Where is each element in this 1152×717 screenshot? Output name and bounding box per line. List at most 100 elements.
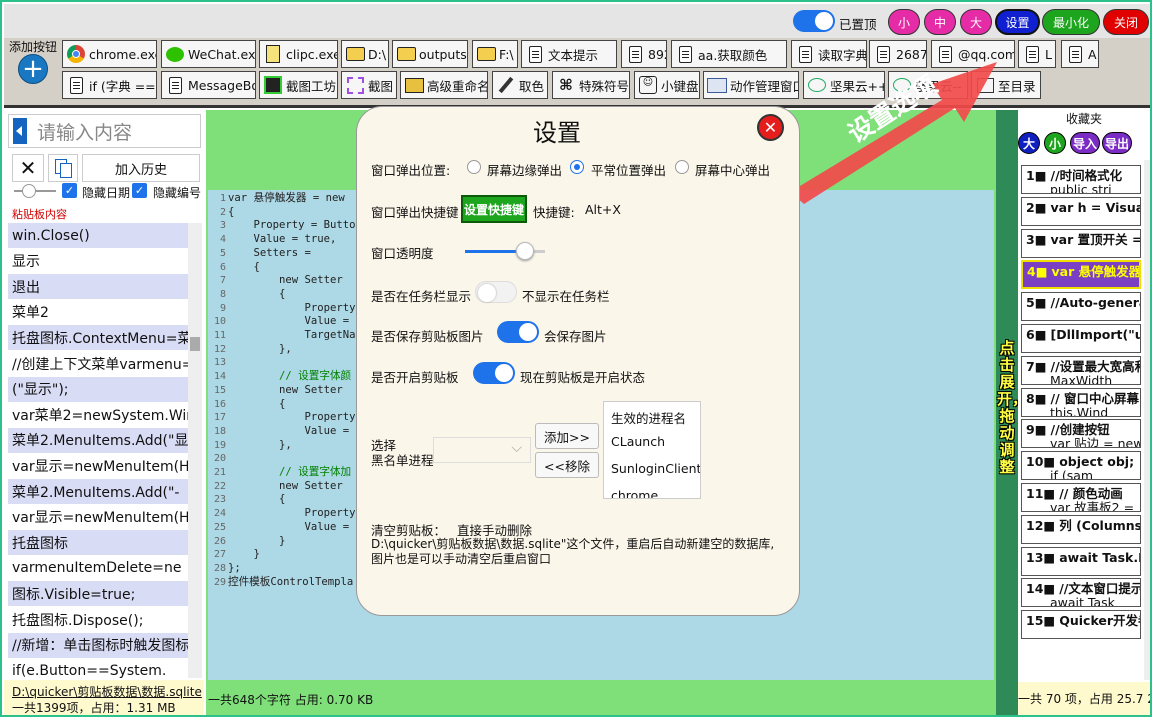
clipboard-item[interactable]: 菜单2: [8, 299, 188, 325]
size-small-button[interactable]: 小: [888, 9, 920, 35]
favorite-item[interactable]: 3■ var 置顶开关 =: [1021, 228, 1141, 258]
save-image-toggle[interactable]: [497, 321, 539, 343]
size-medium-button[interactable]: 中: [924, 9, 956, 35]
clipboard-item[interactable]: 显示: [8, 248, 188, 274]
process-item[interactable]: CLaunch: [604, 429, 700, 456]
favorite-item[interactable]: 1■//时间格式化 public stri: [1021, 165, 1141, 194]
process-list[interactable]: 生效的进程名 CLaunch SunloginClient chrome: [603, 401, 701, 499]
minimize-button[interactable]: 最小化: [1042, 9, 1100, 35]
clear-icon[interactable]: ✕: [12, 154, 44, 182]
favorite-item[interactable]: 6■[DllImport("us: [1021, 324, 1141, 353]
copy-icon[interactable]: [48, 154, 78, 182]
favorite-item[interactable]: 12■ 列 (Columns): [1021, 514, 1141, 544]
back-icon[interactable]: [13, 118, 27, 144]
chrome-icon: [66, 44, 86, 64]
toolbar-button[interactable]: 文本提示: [521, 40, 617, 68]
code-line: Property: [228, 411, 356, 424]
toolbar-button[interactable]: aa.获取颜色: [671, 40, 787, 68]
clipboard-item[interactable]: var显示=newMenuItem(H: [8, 453, 188, 479]
radio-normal[interactable]: [570, 160, 584, 174]
toolbar-button[interactable]: L: [1018, 40, 1056, 68]
toolbar-button[interactable]: A: [1061, 40, 1099, 68]
process-select[interactable]: ⌵: [433, 437, 531, 463]
favorites-scrollbar[interactable]: [1144, 160, 1150, 680]
pin-toggle[interactable]: [793, 10, 835, 32]
clipboard-toggle[interactable]: [473, 362, 515, 384]
export-button[interactable]: 导出: [1102, 132, 1132, 154]
toolbar-button[interactable]: WeChat.exe: [161, 40, 256, 68]
toolbar-button[interactable]: 截图工坊: [259, 71, 338, 99]
clipboard-item[interactable]: 托盘图标.Dispose();: [8, 607, 188, 632]
fav-large-button[interactable]: 大: [1018, 132, 1040, 154]
favorite-item[interactable]: 5■//Auto-genera: [1021, 292, 1141, 322]
favorite-item[interactable]: 15■Quicker开发者: [1021, 610, 1141, 640]
toolbar-button[interactable]: F:\: [472, 40, 518, 68]
favorite-item[interactable]: 7■//设置最大宽高和 MaxWidth: [1021, 355, 1141, 385]
favorite-item[interactable]: 2■var h = VisualT: [1021, 196, 1141, 226]
toolbar-button[interactable]: 截图: [341, 71, 397, 99]
clipboard-item[interactable]: var菜单2=newSystem.Win: [8, 402, 188, 428]
toolbar-button-label: 小键盘: [661, 78, 699, 94]
favorite-item[interactable]: 13■await Task.Ru: [1021, 546, 1141, 576]
toolbar-button[interactable]: if (字典 ==: [62, 71, 157, 99]
clipboard-scrollbar[interactable]: [188, 223, 202, 678]
clipboard-item[interactable]: 托盘图标.ContextMenu=菜: [8, 325, 188, 351]
clipboard-item[interactable]: 菜单2.MenuItems.Add("显: [8, 427, 188, 453]
toolbar-button[interactable]: 89268: [621, 40, 667, 68]
process-item[interactable]: SunloginClient: [604, 456, 700, 483]
clipboard-item[interactable]: var显示=newMenuItem(H: [8, 504, 188, 530]
toolbar-button[interactable]: chrome.exe: [62, 40, 157, 68]
favorite-item[interactable]: 14■//文本窗口提示 await Task: [1021, 578, 1141, 608]
taskbar-toggle[interactable]: [475, 281, 517, 303]
add-icon[interactable]: +: [18, 54, 48, 84]
clipboard-item[interactable]: varmenuItemDelete=ne: [8, 555, 188, 581]
clipboard-item[interactable]: 退出: [8, 274, 188, 300]
search-input[interactable]: 请输入内容: [37, 118, 132, 145]
toolbar-button[interactable]: ☺ 小键盘: [634, 71, 700, 99]
toolbar-button[interactable]: ⌘ 特殊符号: [552, 71, 630, 99]
set-hotkey-button[interactable]: 设置快捷键: [461, 195, 527, 223]
toolbar-button[interactable]: MessageBo: [161, 71, 256, 99]
clipboard-item[interactable]: ("显示");: [8, 376, 188, 402]
clipboard-item[interactable]: 图标.Visible=true;: [8, 581, 188, 607]
toolbar-button[interactable]: 高级重命名: [400, 71, 488, 99]
size-large-button[interactable]: 大: [960, 9, 992, 35]
favorite-item[interactable]: 10■ object obj; if (sam: [1021, 451, 1141, 481]
hide-date-checkbox[interactable]: ✓: [62, 183, 77, 198]
clipboard-item[interactable]: 菜单2.MenuItems.Add("-: [8, 479, 188, 504]
close-button[interactable]: 关闭: [1103, 9, 1149, 35]
add-process-button[interactable]: 添加>>: [535, 423, 599, 449]
clipboard-item[interactable]: //新增：单击图标时触发图标: [8, 632, 188, 658]
remove-process-button[interactable]: <<移除: [535, 452, 599, 478]
radio-center[interactable]: [675, 160, 689, 174]
toolbar-button[interactable]: D:\: [341, 40, 389, 68]
hide-number-checkbox[interactable]: ✓: [132, 183, 147, 198]
search-box[interactable]: 请输入内容: [8, 114, 201, 148]
clipboard-item[interactable]: 托盘图标: [8, 530, 188, 556]
toolbar-button[interactable]: 取色: [492, 71, 548, 99]
size-slider[interactable]: [14, 184, 56, 198]
clipboard-item[interactable]: //创建上下文菜单varmenu=: [8, 351, 188, 376]
wechat-icon: [165, 44, 185, 64]
fav-small-button[interactable]: 小: [1044, 132, 1066, 154]
favorite-item[interactable]: 11■// 颜色动画 var 故事板2 =: [1021, 483, 1141, 512]
settings-button[interactable]: 设置: [995, 9, 1040, 35]
favorite-item[interactable]: 4■ var 悬停触发器 :: [1021, 260, 1141, 290]
import-button[interactable]: 导入: [1070, 132, 1100, 154]
favorite-text: var h = VisualT: [1050, 199, 1140, 215]
hide-date-label: 隐藏日期: [82, 186, 131, 200]
radio-edge[interactable]: [467, 160, 481, 174]
add-history-button[interactable]: 加入历史: [82, 154, 200, 182]
favorite-item[interactable]: 9■//创建按钮 var 贴边 = new: [1021, 419, 1141, 449]
close-icon[interactable]: ✕: [757, 114, 784, 141]
favorite-item[interactable]: 8■// 窗口中心屏幕 this.Wind: [1021, 387, 1141, 417]
process-item[interactable]: chrome: [604, 483, 700, 498]
opacity-slider[interactable]: [465, 242, 545, 260]
clipboard-item[interactable]: win.Close(): [8, 223, 188, 248]
toolbar-button-label: aa.获取颜色: [698, 47, 768, 63]
db-path-link[interactable]: D:\quicker\剪贴板数据\数据.sqlite: [12, 683, 202, 700]
toolbar-button[interactable]: clipc.exe: [259, 40, 338, 68]
toolbar-button[interactable]: outputs: [392, 40, 468, 68]
code-text[interactable]: var 悬停触发器 = new{ Property = Butto Value …: [228, 190, 356, 589]
